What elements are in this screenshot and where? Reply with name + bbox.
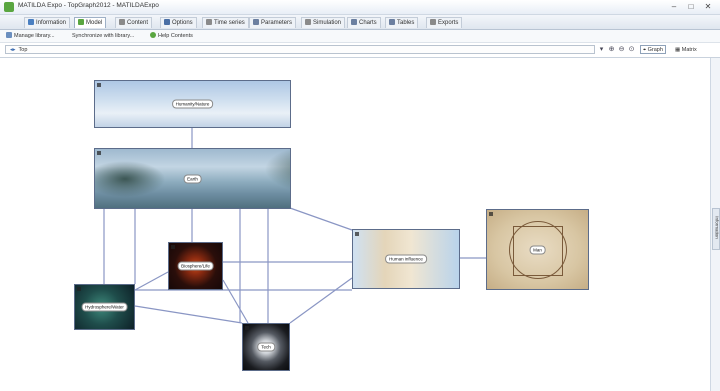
parameters-icon <box>253 19 259 25</box>
node-marker-icon <box>245 326 249 330</box>
node-marker-icon <box>489 212 493 216</box>
graph-view-label: Graph <box>647 47 663 53</box>
options-icon <box>164 19 170 25</box>
node-label: Man <box>529 245 546 254</box>
side-panel: Information <box>710 58 720 391</box>
title-bar: MATILDA Expo - TopGraph2012 - MATILDAExp… <box>0 0 720 15</box>
simulation-icon <box>305 19 311 25</box>
node-biosphere[interactable]: Biosphere/Life <box>168 242 223 290</box>
tables-icon <box>389 19 395 25</box>
content-icon <box>119 19 125 25</box>
node-label: Biosphere/Life <box>177 261 214 271</box>
tab-label: Model <box>86 20 103 26</box>
node-hydrosphere[interactable]: Hydrosphere/Water <box>74 284 135 330</box>
app-icon <box>4 2 14 12</box>
dropdown-icon[interactable]: ▾ <box>597 45 606 54</box>
node-marker-icon <box>355 232 359 236</box>
node-human-influence[interactable]: Human influence <box>352 229 460 289</box>
back-arrow-icon: ◂▸ <box>10 47 16 53</box>
help-contents-button[interactable]: Help Contents <box>150 31 193 41</box>
node-marker-icon <box>171 245 175 249</box>
tab-tables[interactable]: Tables <box>385 17 419 28</box>
node-marker-icon <box>97 151 101 155</box>
graph-view-button[interactable]: ⌖ Graph <box>640 45 666 54</box>
node-humanity-nature[interactable]: Humanity/Nature <box>94 80 291 128</box>
tab-label: Exports <box>438 20 459 26</box>
help-icon <box>150 32 156 38</box>
tab-label: Tables <box>397 20 415 26</box>
zoom-out-icon[interactable]: ⊖ <box>617 45 626 54</box>
node-technology[interactable]: Tech <box>242 323 290 371</box>
navigation-bar: ◂▸ Top ▾ ⊕ ⊖ ⊙ ⌖ Graph ▦ Matrix <box>0 43 720 58</box>
tab-label: Content <box>127 20 149 26</box>
info-icon <box>28 19 34 25</box>
breadcrumb-path: Top <box>18 47 28 53</box>
zoom-in-icon[interactable]: ⊕ <box>607 45 616 54</box>
manage-library-label: Manage library... <box>14 33 55 39</box>
main-tabs: Information Model Content Options Time s… <box>0 15 720 30</box>
side-panel-tab[interactable]: Information <box>712 208 720 250</box>
synchronize-library-label: Synchronize with library... <box>72 33 135 39</box>
node-marker-icon <box>77 287 81 291</box>
matrix-view-label: Matrix <box>681 47 697 53</box>
tab-time-series[interactable]: Time series <box>202 17 249 28</box>
charts-icon <box>351 19 357 25</box>
exports-icon <box>430 19 436 25</box>
node-vitruvian-man[interactable]: Man <box>486 209 589 290</box>
maximize-button[interactable]: □ <box>683 1 699 12</box>
tab-label: Parameters <box>261 20 293 26</box>
breadcrumb[interactable]: ◂▸ Top <box>5 45 595 54</box>
close-button[interactable]: ✕ <box>700 1 716 12</box>
minimize-button[interactable]: – <box>666 1 682 12</box>
node-label: Earth <box>183 174 202 183</box>
node-label: Hydrosphere/Water <box>81 302 128 312</box>
tab-label: Simulation <box>313 20 342 26</box>
node-earth[interactable]: Earth <box>94 148 291 209</box>
node-marker-icon <box>97 83 101 87</box>
tab-content[interactable]: Content <box>115 17 153 28</box>
manage-library-button[interactable]: Manage library... <box>6 31 55 41</box>
tab-label: Charts <box>359 20 377 26</box>
matrix-view-button[interactable]: ▦ Matrix <box>672 45 700 54</box>
tab-label: Information <box>36 20 67 26</box>
model-icon <box>78 19 84 25</box>
toolbar: Manage library... Synchronize with libra… <box>0 30 720 43</box>
window-title: MATILDA Expo - TopGraph2012 - MATILDAExp… <box>18 2 159 9</box>
tab-options[interactable]: Options <box>160 17 197 28</box>
help-contents-label: Help Contents <box>158 33 193 39</box>
time-series-icon <box>206 19 212 25</box>
library-icon <box>6 32 12 38</box>
matrix-icon: ▦ <box>675 47 682 53</box>
tab-label: Options <box>172 20 193 26</box>
node-label: Tech <box>257 342 275 352</box>
side-panel-tab-label: Information <box>714 216 720 239</box>
node-label: Human influence <box>385 254 427 264</box>
tab-label: Time series <box>214 20 245 26</box>
zoom-fit-icon[interactable]: ⊙ <box>627 45 636 54</box>
tab-parameters[interactable]: Parameters <box>249 17 297 28</box>
tab-model[interactable]: Model <box>74 17 107 28</box>
tab-information[interactable]: Information <box>24 17 71 28</box>
node-label: Humanity/Nature <box>171 99 214 109</box>
tab-simulation[interactable]: Simulation <box>301 17 346 28</box>
tab-exports[interactable]: Exports <box>426 17 463 28</box>
tab-charts[interactable]: Charts <box>347 17 381 28</box>
synchronize-library-button[interactable]: Synchronize with library... <box>72 31 134 41</box>
